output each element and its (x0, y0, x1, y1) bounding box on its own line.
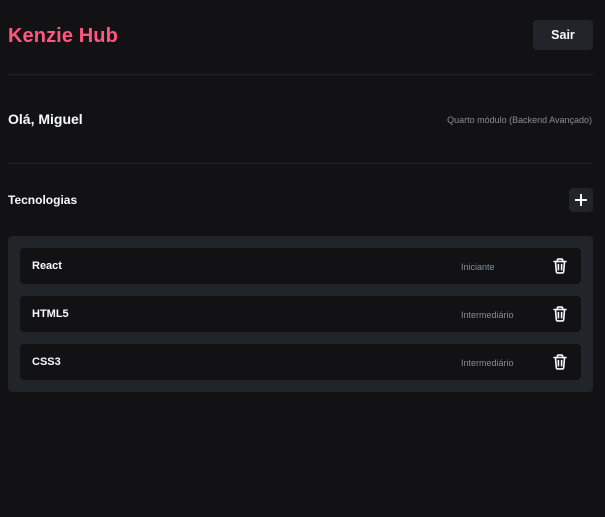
delete-technology-button[interactable] (551, 257, 569, 275)
technology-card[interactable]: React Iniciante (20, 248, 581, 284)
trash-icon (553, 258, 567, 274)
technology-card[interactable]: HTML5 Intermediário (20, 296, 581, 332)
delete-technology-button[interactable] (551, 353, 569, 371)
technology-list: React Iniciante HTML5 Intermediário CSS3… (8, 236, 593, 392)
trash-icon (553, 354, 567, 370)
add-technology-button[interactable] (569, 188, 593, 212)
technology-status: Intermediário (461, 358, 514, 368)
header: Kenzie Hub Sair (0, 0, 605, 74)
technology-status: Intermediário (461, 310, 514, 320)
technologies-title: Tecnologias (8, 193, 78, 207)
app-logo: Kenzie Hub (8, 25, 118, 47)
trash-icon (553, 306, 567, 322)
profile-divider (8, 163, 593, 164)
technology-card[interactable]: CSS3 Intermediário (20, 344, 581, 380)
technology-name: CSS3 (32, 356, 61, 368)
user-module: Quarto módulo (Backend Avançado) (447, 115, 592, 125)
delete-technology-button[interactable] (551, 305, 569, 323)
user-greeting: Olá, Miguel (8, 111, 83, 127)
technology-status: Iniciante (461, 262, 495, 272)
plus-icon-stem (580, 194, 582, 206)
technology-name: React (32, 260, 62, 272)
logout-button[interactable]: Sair (533, 20, 593, 50)
technology-name: HTML5 (32, 308, 69, 320)
header-divider (8, 74, 593, 75)
